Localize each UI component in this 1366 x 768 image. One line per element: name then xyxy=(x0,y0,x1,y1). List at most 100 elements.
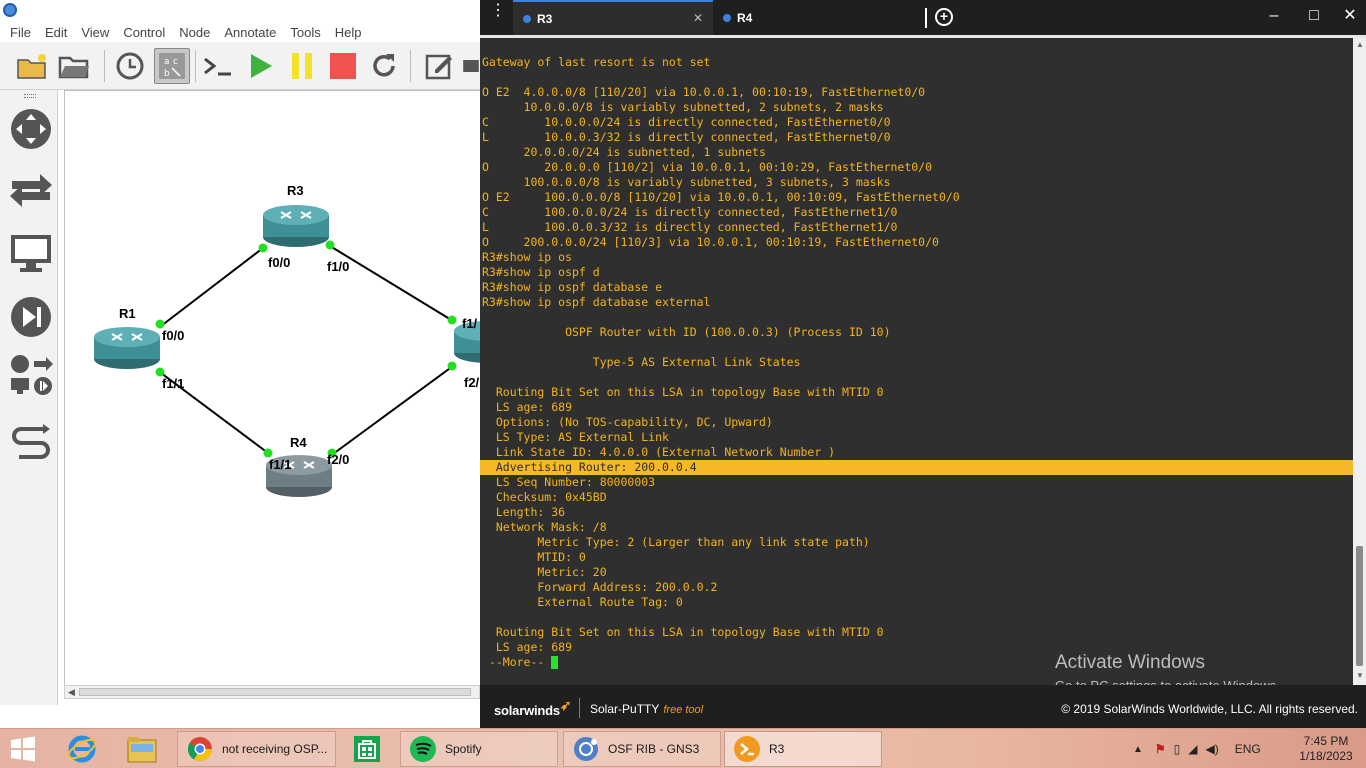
task-label: not receiving OSP... xyxy=(222,742,328,756)
link-status-indicator xyxy=(325,240,335,250)
reload-all-button[interactable] xyxy=(366,48,402,84)
putty-footer: solarwinds➶ Solar-PuTTY free tool © 2019 … xyxy=(480,685,1366,728)
tab-label: R4 xyxy=(737,10,753,25)
interface-labels-icon: a cb xyxy=(159,53,185,79)
insert-picture-button[interactable] xyxy=(462,48,480,84)
new-tab-icon[interactable]: + xyxy=(935,8,953,26)
node-label-r3[interactable]: R3 xyxy=(287,183,304,198)
language-indicator[interactable]: ENG xyxy=(1235,742,1261,756)
tab-r4[interactable]: R4 xyxy=(713,0,913,35)
power-icon[interactable]: ▯ xyxy=(1174,742,1181,756)
open-project-button[interactable] xyxy=(56,48,92,84)
windows-logo-icon xyxy=(11,736,35,762)
clock-date: 1/18/2023 xyxy=(1299,749,1353,763)
browse-all-devices-button[interactable] xyxy=(8,352,54,398)
terminal-line: LS Type: AS External Link xyxy=(482,430,669,444)
link-status-indicator xyxy=(258,243,268,253)
menu-edit[interactable]: Edit xyxy=(45,25,67,40)
sidebar-grip xyxy=(24,94,36,98)
more-options-icon[interactable]: ⋮ xyxy=(490,3,506,26)
topology-canvas[interactable]: R3 R1 R4 f0/0 f1/0 f0/0 f1/1 f1/1 f2/0 f… xyxy=(64,90,480,685)
tab-r3[interactable]: R3 ✕ xyxy=(513,0,713,35)
internet-explorer-icon xyxy=(67,735,97,763)
menu-node[interactable]: Node xyxy=(179,25,210,40)
file-explorer-icon xyxy=(127,737,157,763)
terminal-line: 100.0.0.0/8 is variably subnetted, 3 sub… xyxy=(482,175,891,189)
interface-label[interactable]: f0/0 xyxy=(162,328,184,343)
add-link-button[interactable] xyxy=(8,420,54,466)
gns3-icon xyxy=(574,737,598,761)
interface-label[interactable]: f1/1 xyxy=(162,376,184,391)
network-icon[interactable]: ◢ xyxy=(1188,742,1197,756)
show-interface-labels-button[interactable]: acb xyxy=(154,48,190,84)
file-explorer-pin[interactable] xyxy=(116,731,168,767)
interface-label[interactable]: f2/0 xyxy=(327,452,349,467)
volume-icon[interactable]: ◀) xyxy=(1206,742,1219,756)
interface-label[interactable]: f1/1 xyxy=(269,457,291,472)
canvas-horizontal-scrollbar[interactable]: ◀ xyxy=(64,685,480,699)
console-all-button[interactable] xyxy=(200,48,236,84)
open-folder-icon xyxy=(58,56,89,79)
browse-routers-button[interactable] xyxy=(8,106,54,152)
taskbar-gns3[interactable]: OSF RIB - GNS3 xyxy=(563,731,721,767)
action-center-icon[interactable]: ⚑ xyxy=(1155,742,1166,756)
browse-end-devices-button[interactable] xyxy=(8,230,54,276)
router-r1[interactable] xyxy=(94,327,160,369)
menu-tools[interactable]: Tools xyxy=(290,25,320,40)
interface-label[interactable]: f1/ xyxy=(462,316,477,331)
interface-label[interactable]: f2/ xyxy=(464,375,479,390)
scroll-up-icon[interactable]: ▲ xyxy=(1356,40,1364,49)
scroll-down-icon[interactable]: ▼ xyxy=(1356,671,1364,680)
chrome-icon xyxy=(187,737,212,762)
stop-all-button[interactable] xyxy=(325,48,361,84)
interface-label[interactable]: f0/0 xyxy=(268,255,290,270)
add-note-button[interactable] xyxy=(422,48,458,84)
node-label-r1[interactable]: R1 xyxy=(119,306,136,321)
clock-icon xyxy=(116,52,144,80)
terminal-line: Length: 36 xyxy=(482,505,566,519)
internet-explorer-pin[interactable] xyxy=(56,731,108,767)
menu-view[interactable]: View xyxy=(81,25,109,40)
scrollbar-thumb[interactable] xyxy=(79,688,471,696)
maximize-icon[interactable]: □ xyxy=(1304,6,1324,26)
system-clock[interactable]: 7:45 PM 1/18/2023 xyxy=(1296,734,1356,764)
link-r3-r2[interactable] xyxy=(329,245,454,322)
play-icon xyxy=(251,54,272,78)
scroll-left-icon[interactable]: ◀ xyxy=(68,687,75,698)
menu-annotate[interactable]: Annotate xyxy=(224,25,276,40)
terminal-line: Gateway of last resort is not set xyxy=(482,55,711,69)
link-r1-r3[interactable] xyxy=(160,247,264,327)
terminal-line: Routing Bit Set on this LSA in topology … xyxy=(482,625,884,639)
show-hidden-icons-icon[interactable]: ▲ xyxy=(1133,744,1143,755)
suspend-all-button[interactable] xyxy=(284,48,320,84)
link-r4-r2[interactable] xyxy=(332,365,454,455)
menu-help[interactable]: Help xyxy=(335,25,362,40)
taskbar-solar-putty[interactable]: R3 xyxy=(724,731,882,767)
scrollbar-thumb[interactable] xyxy=(1356,546,1363,666)
browse-switches-button[interactable] xyxy=(8,168,54,214)
terminal-line: Network Mask: /8 xyxy=(482,520,607,534)
new-project-button[interactable] xyxy=(14,48,50,84)
terminal-output[interactable]: Gateway of last resort is not set O E2 4.… xyxy=(480,38,1353,685)
taskbar-chrome[interactable]: not receiving OSP... xyxy=(177,731,336,767)
menu-control[interactable]: Control xyxy=(123,25,165,40)
menu-file[interactable]: File xyxy=(10,25,31,40)
store-pin[interactable] xyxy=(341,731,393,767)
terminal-line: OSPF Router with ID (100.0.0.3) (Process… xyxy=(482,325,891,339)
task-label: Spotify xyxy=(445,742,482,756)
terminal-scrollbar[interactable]: ▲ ▼ xyxy=(1353,38,1366,685)
svg-text:a: a xyxy=(164,57,170,67)
pause-icon xyxy=(292,53,312,79)
close-window-icon[interactable]: ✕ xyxy=(1340,6,1360,26)
taskbar-spotify[interactable]: Spotify xyxy=(400,731,558,767)
browse-security-devices-button[interactable] xyxy=(8,294,54,340)
router-r3[interactable] xyxy=(263,205,329,247)
terminal-line: 20.0.0.0/24 is subnetted, 1 subnets xyxy=(482,145,766,159)
node-label-r4[interactable]: R4 xyxy=(290,435,307,450)
start-all-button[interactable] xyxy=(243,48,279,84)
start-button[interactable] xyxy=(8,735,38,763)
close-tab-icon[interactable]: ✕ xyxy=(693,11,703,25)
minimize-icon[interactable]: – xyxy=(1264,6,1284,26)
interface-label[interactable]: f1/0 xyxy=(327,259,349,274)
snapshot-button[interactable] xyxy=(112,48,148,84)
